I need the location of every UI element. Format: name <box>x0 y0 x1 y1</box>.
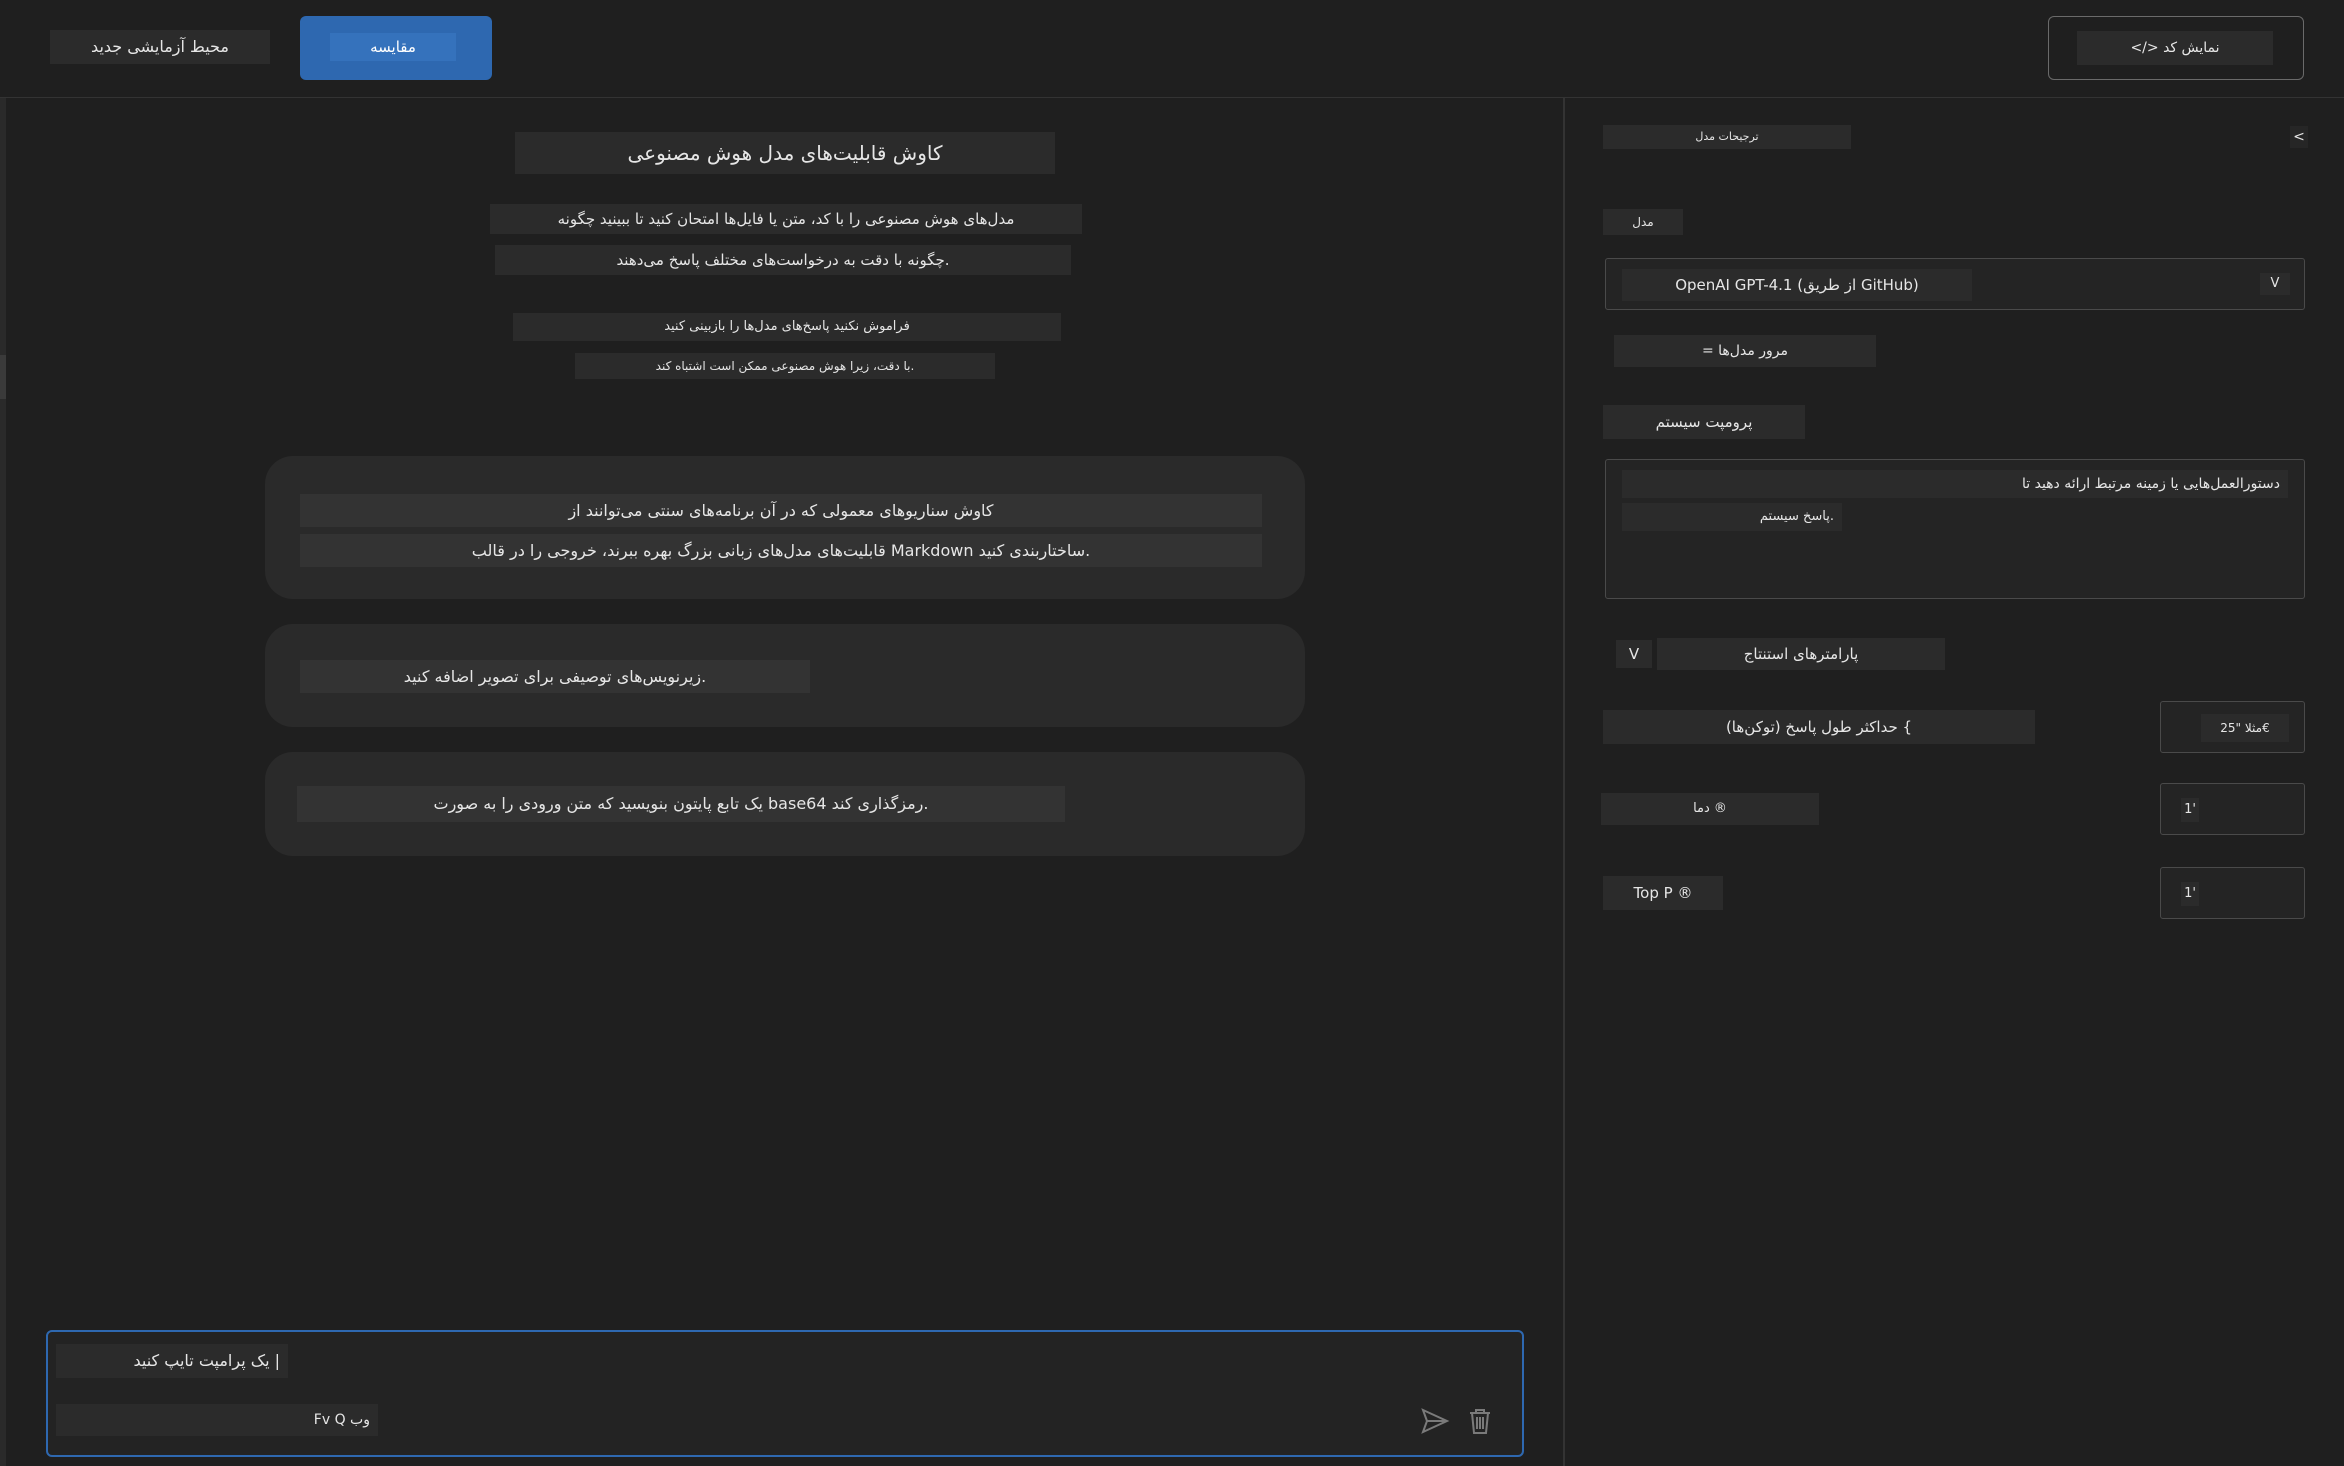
compare-button-label: مقایسه <box>330 33 456 61</box>
system-prompt-line-1: دستورالعمل‌هایی یا زمینه مرتبط ارائه دهی… <box>1622 470 2288 498</box>
prompt-input-box[interactable]: یک پرامپت تایپ کنید | Fv Q وب <box>46 1330 1524 1457</box>
suggestion-card-line: زیرنویس‌های توصیفی برای تصویر اضافه کنید… <box>300 660 810 693</box>
top-p-input[interactable]: 1' <box>2160 867 2305 919</box>
max-tokens-label: حداکثر طول پاسخ (توکن‌ها) { <box>1603 710 2035 744</box>
inference-parameters-label[interactable]: پارامترهای استنتاج <box>1657 638 1945 670</box>
note-line-2: با دقت، زیرا هوش مصنوعی ممکن است اشتباه … <box>575 353 995 379</box>
page-title: کاوش قابلیت‌های مدل هوش مصنوعی <box>515 132 1055 174</box>
suggestion-card[interactable]: یک تابع پایتون بنویسید که متن ورودی را ب… <box>265 752 1305 856</box>
collapse-panel-button[interactable]: < <box>2290 126 2308 148</box>
prompt-footer-text: Fv Q وب <box>56 1404 378 1436</box>
model-select-value: OpenAI GPT-4.1 (از طریق GitHub) <box>1622 269 1972 301</box>
suggestion-card-line: کاوش سناریوهای معمولی که در آن برنامه‌ها… <box>300 494 1262 527</box>
suggestion-card[interactable]: کاوش سناریوهای معمولی که در آن برنامه‌ها… <box>265 456 1305 599</box>
top-p-value: 1' <box>2181 882 2199 906</box>
suggestion-card-line: قابلیت‌های مدل‌های زبانی بزرگ بهره ببرند… <box>300 534 1262 567</box>
send-icon[interactable] <box>1420 1406 1450 1436</box>
compare-button[interactable]: مقایسه <box>300 16 492 80</box>
suggestion-card[interactable]: زیرنویس‌های توصیفی برای تصویر اضافه کنید… <box>265 624 1305 727</box>
browse-models-button[interactable]: = مرور مدل‌ها <box>1614 335 1876 367</box>
left-edge-bar <box>0 98 6 1466</box>
subtitle-line-1: مدل‌های هوش مصنوعی را با کد، متن یا فایل… <box>490 204 1082 234</box>
temperature-value: 1' <box>2181 798 2199 822</box>
panel-divider <box>1563 98 1565 1466</box>
left-edge-marker <box>0 355 6 399</box>
chevron-down-icon[interactable]: V <box>2260 273 2290 295</box>
model-label: مدل <box>1603 209 1683 235</box>
view-code-button[interactable]: </> نمایش کد <box>2048 16 2304 80</box>
system-prompt-line-2: پاسخ سیستم. <box>1622 503 1842 531</box>
max-tokens-placeholder: مثلا "25€ <box>2201 714 2289 742</box>
view-code-label: </> نمایش کد <box>2077 31 2273 65</box>
max-tokens-input[interactable]: مثلا "25€ <box>2160 701 2305 753</box>
suggestion-card-line: یک تابع پایتون بنویسید که متن ورودی را ب… <box>297 786 1065 822</box>
trash-icon[interactable] <box>1466 1406 1494 1436</box>
inference-toggle-icon[interactable]: V <box>1616 640 1652 668</box>
model-preferences-label: ترجیحات مدل <box>1603 125 1851 149</box>
subtitle-line-2: چگونه با دقت به درخواست‌های مختلف پاسخ م… <box>495 245 1071 275</box>
new-playground-button[interactable]: محیط آزمایشی جدید <box>50 30 270 64</box>
model-select[interactable]: OpenAI GPT-4.1 (از طریق GitHub) V <box>1605 258 2305 310</box>
system-prompt-label: پرومپت سیستم <box>1603 405 1805 439</box>
top-p-label: Top P ® <box>1603 876 1723 910</box>
temperature-label: دما ® <box>1601 793 1819 825</box>
temperature-input[interactable]: 1' <box>2160 783 2305 835</box>
prompt-input[interactable]: یک پرامپت تایپ کنید | <box>56 1344 288 1378</box>
note-line-1: فراموش نکنید پاسخ‌های مدل‌ها را بازبینی … <box>513 313 1061 341</box>
system-prompt-field[interactable]: دستورالعمل‌هایی یا زمینه مرتبط ارائه دهی… <box>1605 459 2305 599</box>
